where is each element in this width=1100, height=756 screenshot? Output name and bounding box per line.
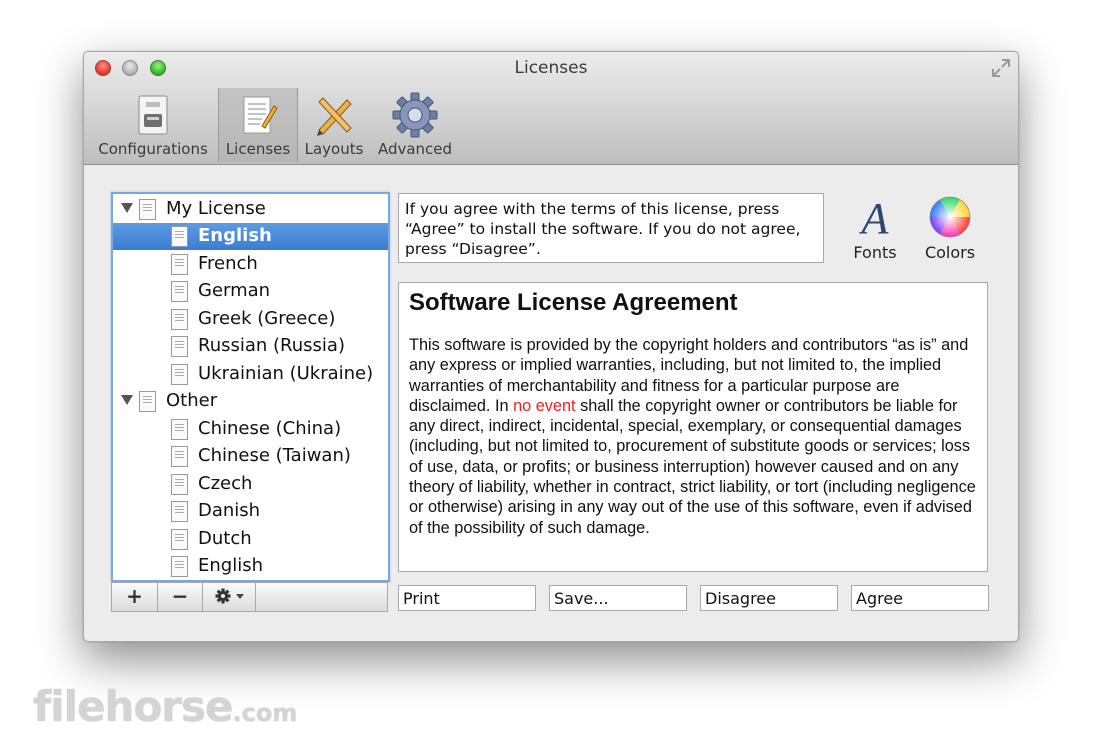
tree-group-label: My License	[166, 198, 266, 219]
tree-item-label: Czech	[198, 473, 253, 494]
gear-icon	[392, 92, 438, 138]
document-icon	[171, 309, 188, 330]
remove-button[interactable]: −	[158, 583, 203, 611]
tree-item-label: Greek (Greece)	[198, 308, 336, 329]
tree-group-label: Other	[166, 390, 218, 411]
svg-text:A: A	[859, 195, 890, 241]
disclosure-triangle-icon[interactable]	[121, 203, 133, 213]
licenses-icon	[243, 96, 278, 134]
document-icon	[171, 529, 188, 550]
document-icon	[171, 281, 188, 302]
document-icon	[139, 391, 156, 412]
tree-item[interactable]: Czech	[113, 471, 388, 498]
tree-item-label: English	[198, 225, 272, 246]
tree-item-label: French	[198, 253, 258, 274]
fonts-icon: A	[859, 194, 890, 243]
licenses-window: Licenses Configurations Licenses Layouts…	[83, 51, 1019, 642]
tree-item[interactable]: Dutch	[113, 526, 388, 553]
toolbar-configurations-label: Configurations	[98, 140, 208, 158]
gear-menu-icon	[215, 588, 244, 604]
document-icon	[171, 336, 188, 357]
tree-item-label: Russian (Russia)	[198, 335, 345, 356]
tree-item[interactable]: Greek (Greece)	[113, 306, 388, 333]
tree-item-label: Dutch	[198, 528, 252, 549]
document-icon	[171, 419, 188, 440]
license-tree[interactable]: My License English French German Greek (…	[111, 192, 390, 582]
tree-button-bar: + −	[111, 582, 388, 612]
action-menu-button[interactable]	[203, 583, 256, 611]
document-icon	[171, 226, 188, 247]
tree-item-label: English	[198, 555, 263, 576]
filehorse-watermark: filehorse.com	[33, 682, 297, 731]
tree-item[interactable]: English	[113, 553, 388, 580]
fonts-button[interactable]: A Fonts	[845, 194, 905, 267]
tree-item[interactable]: Ukrainian (Ukraine)	[113, 361, 388, 388]
tree-item[interactable]: Chinese (Taiwan)	[113, 443, 388, 470]
tree-item[interactable]: Danish	[113, 498, 388, 525]
disagree-button[interactable]: Disagree	[700, 585, 838, 611]
save-button[interactable]: Save...	[549, 585, 687, 611]
license-body: This software is provided by the copyrig…	[409, 335, 977, 538]
fullscreen-icon[interactable]	[990, 57, 1012, 79]
tree-item-label: Chinese (Taiwan)	[198, 445, 351, 466]
add-button[interactable]: +	[112, 583, 158, 611]
tree-group-other[interactable]: Other	[113, 388, 388, 415]
tree-item[interactable]: Chinese (China)	[113, 416, 388, 443]
disclosure-triangle-icon[interactable]	[121, 395, 133, 405]
window-title: Licenses	[514, 58, 588, 78]
titlebar: Licenses Configurations Licenses Layouts…	[84, 52, 1018, 165]
configurations-icon	[138, 95, 168, 135]
toolbar-licenses-label: Licenses	[225, 140, 291, 158]
tree-item-label: Ukrainian (Ukraine)	[198, 363, 374, 384]
fonts-label: Fonts	[853, 243, 897, 262]
color-wheel-icon	[929, 196, 971, 238]
license-highlight: no event	[513, 396, 576, 415]
document-icon	[171, 364, 188, 385]
document-icon	[171, 556, 188, 577]
toolbar-advanced-label: Advanced	[377, 140, 453, 158]
toolbar-advanced[interactable]: Advanced	[374, 88, 456, 162]
tree-item-label: Chinese (China)	[198, 418, 342, 439]
tree-item[interactable]: French	[113, 251, 388, 278]
colors-button[interactable]: Colors	[920, 195, 980, 267]
print-button[interactable]: Print	[398, 585, 536, 611]
license-text-view[interactable]: Software License Agreement This software…	[398, 282, 988, 572]
document-icon	[139, 199, 156, 220]
tree-item[interactable]: German	[113, 278, 388, 305]
colors-label: Colors	[924, 243, 976, 262]
license-body-part: shall the copyright owner or contributor…	[409, 396, 976, 537]
document-icon	[171, 446, 188, 467]
tree-item[interactable]: Russian (Russia)	[113, 333, 388, 360]
license-title: Software License Agreement	[409, 289, 738, 316]
layouts-icon	[317, 97, 352, 136]
document-icon	[171, 474, 188, 495]
toolbar-layouts[interactable]: Layouts	[300, 88, 368, 162]
tree-item[interactable]: English	[113, 223, 388, 250]
toolbar-layouts-label: Layouts	[304, 140, 364, 158]
document-icon	[171, 501, 188, 522]
tree-group-my-license[interactable]: My License	[113, 196, 388, 223]
document-icon	[171, 254, 188, 275]
tree-item-label: German	[198, 280, 271, 301]
watermark-suffix: .com	[232, 699, 298, 727]
instructions-text[interactable]: If you agree with the terms of this lice…	[398, 193, 824, 263]
toolbar-configurations[interactable]: Configurations	[94, 88, 212, 162]
toolbar-licenses[interactable]: Licenses	[218, 88, 298, 162]
agree-button[interactable]: Agree	[851, 585, 989, 611]
watermark-brand: filehorse	[33, 682, 234, 731]
tree-item-label: Danish	[198, 500, 261, 521]
